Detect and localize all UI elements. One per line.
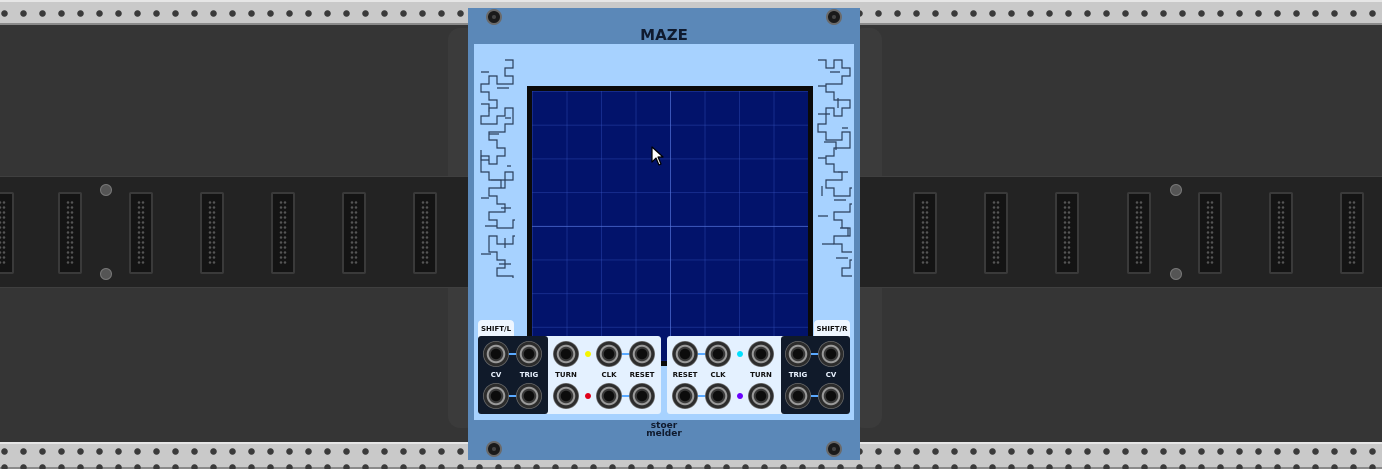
right-turn-input-jack-1[interactable] (748, 341, 774, 367)
panel-screw (486, 9, 502, 25)
left-trig-output-jack-1[interactable] (516, 341, 542, 367)
left-reset-input-jack-2[interactable] (629, 383, 655, 409)
bg-header-slot (0, 192, 14, 274)
right-turn-label: TURN (750, 371, 772, 379)
maze-decoration-left (480, 59, 515, 278)
right-trig-output-jack-2[interactable] (785, 383, 811, 409)
right-led-top (737, 351, 743, 357)
right-cv-output-jack-2[interactable] (818, 383, 844, 409)
panel-screw (826, 9, 842, 25)
right-led-bottom (737, 393, 743, 399)
left-led-top (585, 351, 591, 357)
left-cv-label: CV (490, 371, 502, 379)
right-cv-label: CV (825, 371, 837, 379)
bg-header-slot (1127, 192, 1151, 274)
right-cv-output-jack-1[interactable] (818, 341, 844, 367)
brand-line-2: melder (646, 429, 682, 439)
panel-screw (826, 441, 842, 457)
left-led-bottom (585, 393, 591, 399)
bg-screw (1170, 184, 1182, 196)
bg-header-slot (271, 192, 295, 274)
right-reset-label: RESET (672, 371, 698, 379)
bg-header-slot (58, 192, 82, 274)
right-turn-input-jack-2[interactable] (748, 383, 774, 409)
left-turn-label: TURN (555, 371, 577, 379)
right-trig-label: TRIG (788, 371, 808, 379)
left-clk-input-jack-2[interactable] (596, 383, 622, 409)
bg-screw (1170, 268, 1182, 280)
left-turn-input-jack-1[interactable] (553, 341, 579, 367)
left-reset-label: RESET (629, 371, 655, 379)
right-reset-input-jack-2[interactable] (672, 383, 698, 409)
bg-header-slot (1340, 192, 1364, 274)
shift-right-label: SHIFT/R (816, 325, 848, 333)
maze-module[interactable]: MAZE SHIFT/L SHIFT/R CV TRIG TURN CLK RE… (468, 8, 860, 460)
bg-header-slot (1055, 192, 1079, 274)
bg-screw (100, 268, 112, 280)
brand-logo: stoer melder (468, 422, 860, 439)
left-cv-output-jack-1[interactable] (483, 341, 509, 367)
bg-header-slot (984, 192, 1008, 274)
bg-header-slot (129, 192, 153, 274)
maze-grid-display[interactable] (527, 86, 813, 366)
right-trig-output-jack-1[interactable] (785, 341, 811, 367)
right-clk-input-jack-1[interactable] (705, 341, 731, 367)
left-trig-label: TRIG (519, 371, 539, 379)
module-title: MAZE (640, 26, 688, 44)
bg-header-slot (1198, 192, 1222, 274)
arrow-cursor-icon (651, 146, 664, 166)
right-clk-input-jack-2[interactable] (705, 383, 731, 409)
left-clk-input-jack-1[interactable] (596, 341, 622, 367)
shift-left-label: SHIFT/L (480, 325, 512, 333)
panel-screw (486, 441, 502, 457)
left-turn-input-jack-2[interactable] (553, 383, 579, 409)
bg-header-slot (342, 192, 366, 274)
right-reset-input-jack-1[interactable] (672, 341, 698, 367)
bg-header-slot (413, 192, 437, 274)
bg-screw (100, 184, 112, 196)
left-clk-label: CLK (601, 371, 617, 379)
left-cv-output-jack-2[interactable] (483, 383, 509, 409)
maze-grid[interactable] (532, 91, 808, 361)
bg-header-slot (913, 192, 937, 274)
right-clk-label: CLK (710, 371, 726, 379)
bg-header-slot (200, 192, 224, 274)
left-trig-output-jack-2[interactable] (516, 383, 542, 409)
left-reset-input-jack-1[interactable] (629, 341, 655, 367)
maze-decoration-right (817, 59, 852, 277)
bg-header-slot (1269, 192, 1293, 274)
